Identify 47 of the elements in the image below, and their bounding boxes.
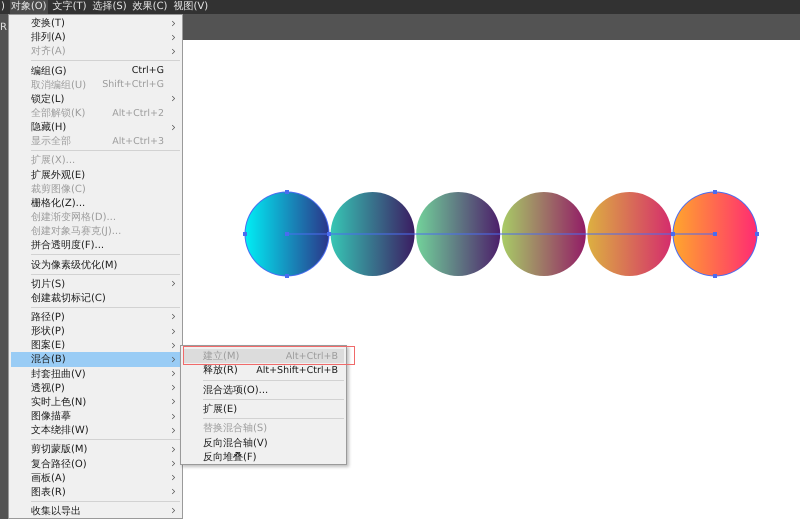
menu-item[interactable]: 收集以导出 <box>11 504 180 518</box>
menu-item[interactable]: 设为像素级优化(M) <box>11 257 180 272</box>
menu-item[interactable]: 排列(A) <box>11 30 180 44</box>
menu-item[interactable]: 创建裁切标记(C) <box>11 290 180 305</box>
anchor-point[interactable] <box>285 232 289 236</box>
menu-item[interactable]: 扩展(E) <box>183 402 344 416</box>
anchor-point[interactable] <box>327 232 331 236</box>
anchor-point[interactable] <box>243 232 247 236</box>
menu-item[interactable]: 释放(R) Alt+Shift+Ctrl+B <box>183 363 344 378</box>
menu-title[interactable]: 对象(O) <box>10 0 48 14</box>
menu-item[interactable]: 变换(T) <box>11 16 180 30</box>
anchor-point[interactable] <box>713 274 717 278</box>
menu-item[interactable]: 形状(P) <box>11 324 180 338</box>
menu-item[interactable]: 图案(E) <box>11 338 180 352</box>
menu-item[interactable]: 剪切蒙版(M) <box>11 442 180 456</box>
menu-title[interactable]: 选择(S) <box>92 0 128 14</box>
menu-title[interactable]: 视图(V) <box>172 0 210 14</box>
menu-item[interactable]: 透视(P) <box>11 380 180 395</box>
menu-item[interactable]: 扩展外观(E) <box>11 168 180 182</box>
menu-item[interactable]: 隐藏(H) <box>11 120 180 134</box>
menu-item[interactable]: 混合选项(O)... <box>183 382 344 397</box>
menu-item[interactable]: 复合路径(O) <box>11 456 180 471</box>
menu-item[interactable]: 编组(G) Ctrl+G <box>11 63 180 78</box>
menu-title[interactable]: ) <box>0 0 6 14</box>
menu-title[interactable]: 效果(C) <box>132 0 168 14</box>
anchor-point[interactable] <box>671 232 675 236</box>
menu-item[interactable]: 反向混合轴(V) <box>183 435 344 450</box>
menu-item[interactable]: 文本绕排(W) <box>11 423 180 438</box>
menu-item[interactable]: 混合(B) <box>11 352 180 367</box>
menu-title[interactable]: 文字(T) <box>52 0 88 14</box>
menu-item[interactable]: 实时上色(N) <box>11 394 180 409</box>
menu-item[interactable]: 栅格化(Z)... <box>11 196 180 210</box>
menu-item[interactable]: 画板(A) <box>11 470 180 485</box>
menu-item[interactable]: 图表(R) <box>11 484 180 499</box>
anchor-point[interactable] <box>285 274 289 278</box>
anchor-point[interactable] <box>755 232 759 236</box>
anchor-point[interactable] <box>713 190 717 194</box>
menu-item[interactable]: 封套扭曲(V) <box>11 366 180 381</box>
menu-item[interactable]: 图像描摹 <box>11 408 180 424</box>
menu-item[interactable]: 路径(P) <box>11 310 180 324</box>
menu-item[interactable]: 锁定(L) <box>11 92 180 106</box>
anchor-point[interactable] <box>285 190 289 194</box>
menu-item[interactable]: 拼合透明度(F)... <box>11 238 180 252</box>
anchor-point[interactable] <box>713 232 717 236</box>
menu-item[interactable]: 反向堆叠(F) <box>183 450 344 464</box>
menu-item[interactable]: 切片(S) <box>11 276 180 291</box>
control-label: R <box>0 22 7 32</box>
